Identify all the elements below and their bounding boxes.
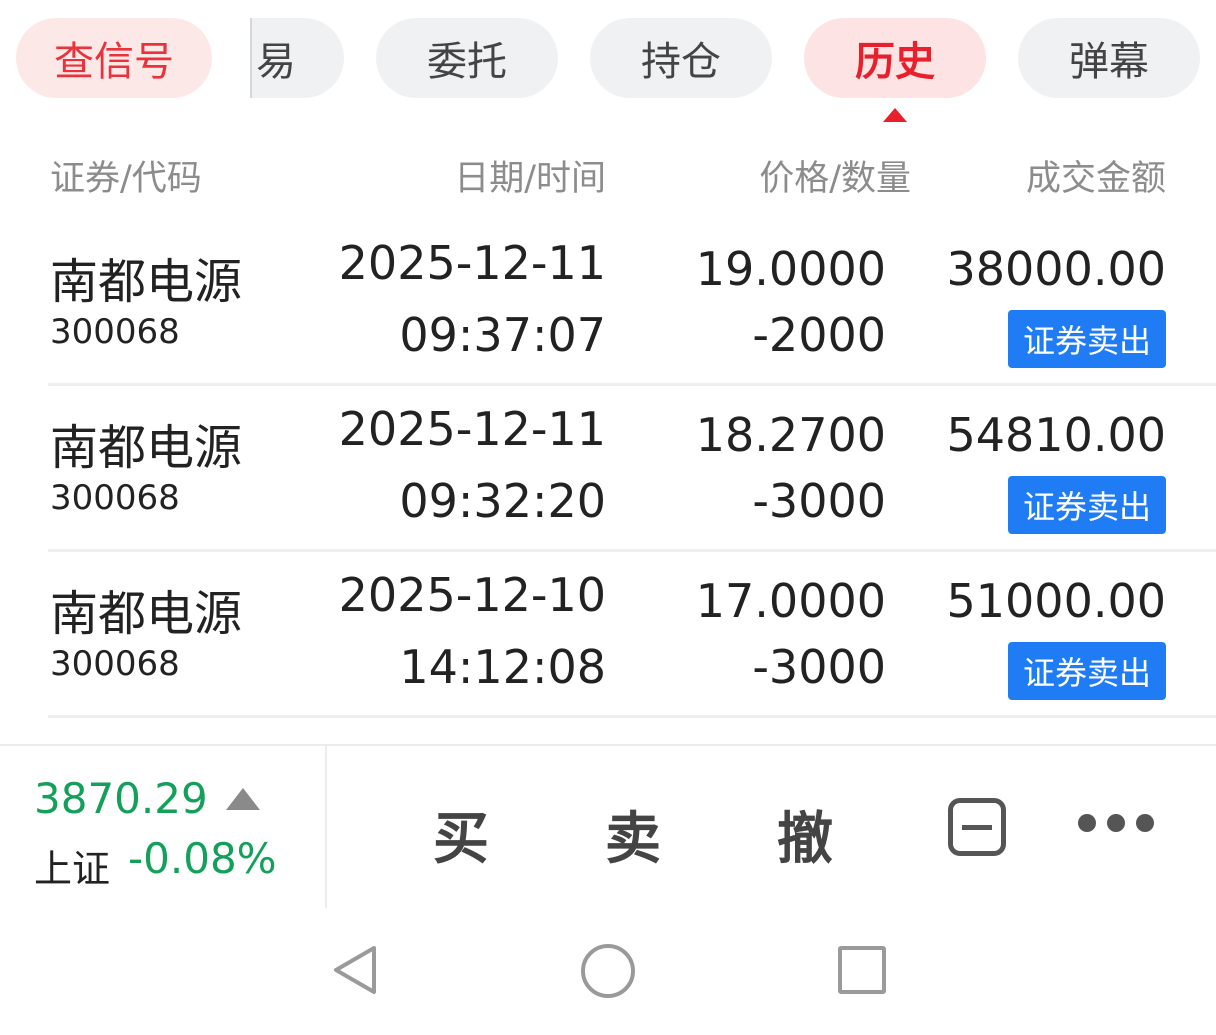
trade-type-badge: 证券卖出 [1008, 642, 1166, 700]
trade-date: 2025-12-11 [338, 236, 606, 290]
tab-positions[interactable]: 持仓 [590, 18, 772, 98]
stock-code: 300068 [50, 478, 180, 518]
header-price-qty: 价格/数量 [759, 159, 911, 199]
index-ticker[interactable]: 3870.29 上证 -0.08% [0, 746, 327, 908]
header-datetime: 日期/时间 [454, 159, 606, 199]
trade-time: 09:37:07 [399, 308, 606, 362]
more-dots-icon[interactable] [1078, 814, 1154, 834]
trade-quantity: -2000 [752, 308, 886, 362]
trade-price: 18.2700 [695, 408, 886, 462]
system-nav-bar [0, 906, 1216, 1035]
table-row[interactable]: 南都电源 300068 2025-12-11 09:32:20 18.2700 … [0, 386, 1216, 552]
trade-quantity: -3000 [752, 474, 886, 528]
trade-type-badge: 证券卖出 [1008, 310, 1166, 368]
tab-trade[interactable]: 易 [250, 18, 344, 98]
trade-date: 2025-12-11 [338, 402, 606, 456]
top-tab-bar: 查信号 易 委托 持仓 历史 弹幕 [0, 0, 1216, 135]
stock-name: 南都电源 [50, 420, 243, 476]
stock-code: 300068 [50, 312, 180, 352]
table-row[interactable]: 南都电源 300068 2025-12-11 09:37:07 19.0000 … [0, 220, 1216, 386]
trade-price: 19.0000 [695, 242, 886, 296]
trade-date: 2025-12-10 [338, 568, 606, 622]
header-security: 证券/代码 [50, 159, 202, 199]
trade-time: 09:32:20 [399, 474, 606, 528]
index-change: -0.08% [128, 834, 277, 883]
header-amount: 成交金额 [1025, 159, 1166, 199]
active-tab-indicator [883, 108, 907, 122]
trade-quantity: -3000 [752, 640, 886, 694]
trade-amount: 51000.00 [946, 574, 1167, 628]
minus-square-icon[interactable] [948, 798, 1006, 856]
trade-price: 17.0000 [695, 574, 886, 628]
trade-amount: 54810.00 [946, 408, 1167, 462]
stock-name: 南都电源 [50, 586, 243, 642]
stock-code: 300068 [50, 644, 180, 684]
nav-home-icon[interactable] [581, 944, 635, 998]
buy-button[interactable]: 买 [433, 794, 489, 875]
triangle-up-icon [226, 788, 260, 810]
tab-orders[interactable]: 委托 [376, 18, 558, 98]
nav-back-icon[interactable] [330, 944, 380, 996]
cancel-order-button[interactable]: 撤 [777, 794, 833, 875]
trade-time: 14:12:08 [399, 640, 606, 694]
nav-recent-icon[interactable] [838, 946, 886, 994]
tab-history[interactable]: 历史 [804, 18, 986, 98]
table-row[interactable]: 南都电源 300068 2025-12-10 14:12:08 17.0000 … [0, 552, 1216, 718]
index-value: 3870.29 [34, 774, 208, 823]
stock-name: 南都电源 [50, 254, 243, 310]
tab-danmaku[interactable]: 弹幕 [1018, 18, 1200, 98]
row-divider [48, 715, 1216, 718]
tab-check-signal[interactable]: 查信号 [16, 18, 212, 98]
bottom-action-bar: 3870.29 上证 -0.08% 买 卖 撤 [0, 744, 1216, 908]
sell-button[interactable]: 卖 [605, 794, 661, 875]
trade-type-badge: 证券卖出 [1008, 476, 1166, 534]
trade-amount: 38000.00 [946, 242, 1167, 296]
index-name: 上证 [34, 847, 111, 891]
